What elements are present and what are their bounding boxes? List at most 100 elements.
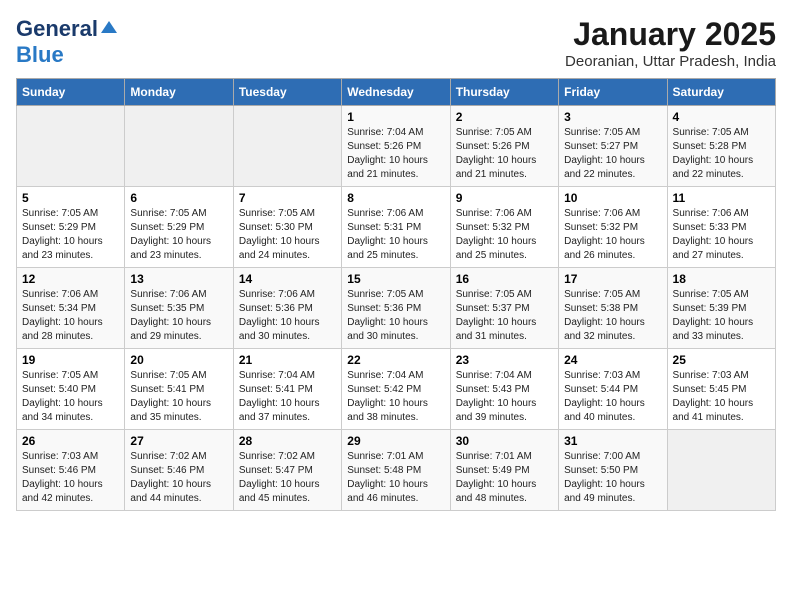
day-info: Sunrise: 7:05 AM Sunset: 5:30 PM Dayligh… [239, 207, 336, 263]
day-of-week-header: Thursday [450, 79, 558, 106]
day-info: Sunrise: 7:04 AM Sunset: 5:42 PM Dayligh… [347, 369, 444, 425]
calendar-cell: 14 Sunrise: 7:06 AM Sunset: 5:36 PM Dayli… [233, 268, 341, 349]
day-of-week-header: Sunday [17, 79, 125, 106]
calendar-cell: 20 Sunrise: 7:05 AM Sunset: 5:41 PM Dayli… [125, 349, 233, 430]
page-header: General Blue January 2025 Deoranian, Utt… [16, 16, 776, 70]
calendar-cell: 21 Sunrise: 7:04 AM Sunset: 5:41 PM Dayli… [233, 349, 341, 430]
day-of-week-header: Saturday [667, 79, 775, 106]
calendar-cell: 25 Sunrise: 7:03 AM Sunset: 5:45 PM Dayli… [667, 349, 775, 430]
calendar-cell: 1 Sunrise: 7:04 AM Sunset: 5:26 PM Daylig… [342, 106, 450, 187]
day-info: Sunrise: 7:04 AM Sunset: 5:26 PM Dayligh… [347, 126, 444, 182]
day-number: 8 [347, 191, 444, 205]
day-info: Sunrise: 7:05 AM Sunset: 5:38 PM Dayligh… [564, 288, 661, 344]
day-of-week-header: Monday [125, 79, 233, 106]
day-of-week-header: Friday [559, 79, 667, 106]
day-info: Sunrise: 7:05 AM Sunset: 5:39 PM Dayligh… [673, 288, 770, 344]
calendar-cell: 29 Sunrise: 7:01 AM Sunset: 5:48 PM Dayli… [342, 430, 450, 511]
logo: General Blue [16, 16, 117, 68]
calendar-cell: 9Sunrise: 7:06 AM Sunset: 5:32 PM Daylig… [450, 187, 558, 268]
day-info: Sunrise: 7:05 AM Sunset: 5:41 PM Dayligh… [130, 369, 227, 425]
day-info: Sunrise: 7:02 AM Sunset: 5:46 PM Dayligh… [130, 450, 227, 506]
day-number: 6 [130, 191, 227, 205]
calendar-cell: 23Sunrise: 7:04 AM Sunset: 5:43 PM Dayli… [450, 349, 558, 430]
calendar-cell: 7 Sunrise: 7:05 AM Sunset: 5:30 PM Daylig… [233, 187, 341, 268]
day-number: 10 [564, 191, 661, 205]
day-number: 1 [347, 110, 444, 124]
day-number: 20 [130, 353, 227, 367]
day-number: 17 [564, 272, 661, 286]
calendar-cell [17, 106, 125, 187]
day-info: Sunrise: 7:05 AM Sunset: 5:27 PM Dayligh… [564, 126, 661, 182]
day-info: Sunrise: 7:06 AM Sunset: 5:33 PM Dayligh… [673, 207, 770, 263]
calendar-week-row: 5Sunrise: 7:05 AM Sunset: 5:29 PM Daylig… [17, 187, 776, 268]
day-info: Sunrise: 7:01 AM Sunset: 5:48 PM Dayligh… [347, 450, 444, 506]
day-info: Sunrise: 7:06 AM Sunset: 5:31 PM Dayligh… [347, 207, 444, 263]
calendar-cell: 19 Sunrise: 7:05 AM Sunset: 5:40 PM Dayli… [17, 349, 125, 430]
calendar-week-row: 26Sunrise: 7:03 AM Sunset: 5:46 PM Dayli… [17, 430, 776, 511]
calendar-cell: 5Sunrise: 7:05 AM Sunset: 5:29 PM Daylig… [17, 187, 125, 268]
calendar-subtitle: Deoranian, Uttar Pradesh, India [565, 53, 776, 70]
day-info: Sunrise: 7:06 AM Sunset: 5:34 PM Dayligh… [22, 288, 119, 344]
logo-blue: Blue [16, 42, 64, 67]
day-number: 16 [456, 272, 553, 286]
calendar-week-row: 12 Sunrise: 7:06 AM Sunset: 5:34 PM Dayli… [17, 268, 776, 349]
day-number: 14 [239, 272, 336, 286]
calendar-cell: 2 Sunrise: 7:05 AM Sunset: 5:26 PM Daylig… [450, 106, 558, 187]
logo-triangle-icon [101, 21, 117, 33]
calendar-cell: 22Sunrise: 7:04 AM Sunset: 5:42 PM Dayli… [342, 349, 450, 430]
day-number: 3 [564, 110, 661, 124]
calendar-cell: 11 Sunrise: 7:06 AM Sunset: 5:33 PM Dayli… [667, 187, 775, 268]
day-number: 19 [22, 353, 119, 367]
calendar-week-row: 1 Sunrise: 7:04 AM Sunset: 5:26 PM Daylig… [17, 106, 776, 187]
day-number: 24 [564, 353, 661, 367]
calendar-cell: 16 Sunrise: 7:05 AM Sunset: 5:37 PM Dayli… [450, 268, 558, 349]
day-number: 21 [239, 353, 336, 367]
day-info: Sunrise: 7:05 AM Sunset: 5:29 PM Dayligh… [22, 207, 119, 263]
calendar-cell: 8 Sunrise: 7:06 AM Sunset: 5:31 PM Daylig… [342, 187, 450, 268]
day-info: Sunrise: 7:00 AM Sunset: 5:50 PM Dayligh… [564, 450, 661, 506]
day-number: 26 [22, 434, 119, 448]
day-info: Sunrise: 7:04 AM Sunset: 5:41 PM Dayligh… [239, 369, 336, 425]
day-number: 29 [347, 434, 444, 448]
day-number: 4 [673, 110, 770, 124]
day-number: 31 [564, 434, 661, 448]
calendar-cell: 28 Sunrise: 7:02 AM Sunset: 5:47 PM Dayli… [233, 430, 341, 511]
day-number: 25 [673, 353, 770, 367]
day-number: 11 [673, 191, 770, 205]
day-info: Sunrise: 7:02 AM Sunset: 5:47 PM Dayligh… [239, 450, 336, 506]
calendar-cell [233, 106, 341, 187]
day-number: 18 [673, 272, 770, 286]
day-number: 15 [347, 272, 444, 286]
day-info: Sunrise: 7:05 AM Sunset: 5:40 PM Dayligh… [22, 369, 119, 425]
day-number: 27 [130, 434, 227, 448]
calendar-cell: 6 Sunrise: 7:05 AM Sunset: 5:29 PM Daylig… [125, 187, 233, 268]
day-number: 12 [22, 272, 119, 286]
day-info: Sunrise: 7:05 AM Sunset: 5:37 PM Dayligh… [456, 288, 553, 344]
day-number: 30 [456, 434, 553, 448]
calendar-cell: 17 Sunrise: 7:05 AM Sunset: 5:38 PM Dayli… [559, 268, 667, 349]
day-number: 2 [456, 110, 553, 124]
calendar-cell: 24Sunrise: 7:03 AM Sunset: 5:44 PM Dayli… [559, 349, 667, 430]
day-number: 28 [239, 434, 336, 448]
day-number: 7 [239, 191, 336, 205]
calendar-cell: 27 Sunrise: 7:02 AM Sunset: 5:46 PM Dayli… [125, 430, 233, 511]
calendar-cell: 31 Sunrise: 7:00 AM Sunset: 5:50 PM Dayli… [559, 430, 667, 511]
calendar-cell: 4 Sunrise: 7:05 AM Sunset: 5:28 PM Daylig… [667, 106, 775, 187]
calendar-cell: 15Sunrise: 7:05 AM Sunset: 5:36 PM Dayli… [342, 268, 450, 349]
calendar-cell: 18 Sunrise: 7:05 AM Sunset: 5:39 PM Dayli… [667, 268, 775, 349]
day-info: Sunrise: 7:06 AM Sunset: 5:32 PM Dayligh… [456, 207, 553, 263]
calendar-cell: 13Sunrise: 7:06 AM Sunset: 5:35 PM Dayli… [125, 268, 233, 349]
calendar-cell: 3 Sunrise: 7:05 AM Sunset: 5:27 PM Daylig… [559, 106, 667, 187]
day-info: Sunrise: 7:05 AM Sunset: 5:26 PM Dayligh… [456, 126, 553, 182]
title-block: January 2025 Deoranian, Uttar Pradesh, I… [565, 16, 776, 70]
calendar-title: January 2025 [565, 16, 776, 53]
day-info: Sunrise: 7:04 AM Sunset: 5:43 PM Dayligh… [456, 369, 553, 425]
day-of-week-header: Tuesday [233, 79, 341, 106]
day-info: Sunrise: 7:06 AM Sunset: 5:36 PM Dayligh… [239, 288, 336, 344]
day-info: Sunrise: 7:06 AM Sunset: 5:32 PM Dayligh… [564, 207, 661, 263]
day-info: Sunrise: 7:03 AM Sunset: 5:45 PM Dayligh… [673, 369, 770, 425]
calendar-cell [125, 106, 233, 187]
day-info: Sunrise: 7:05 AM Sunset: 5:29 PM Dayligh… [130, 207, 227, 263]
calendar-header-row: SundayMondayTuesdayWednesdayThursdayFrid… [17, 79, 776, 106]
day-info: Sunrise: 7:05 AM Sunset: 5:28 PM Dayligh… [673, 126, 770, 182]
